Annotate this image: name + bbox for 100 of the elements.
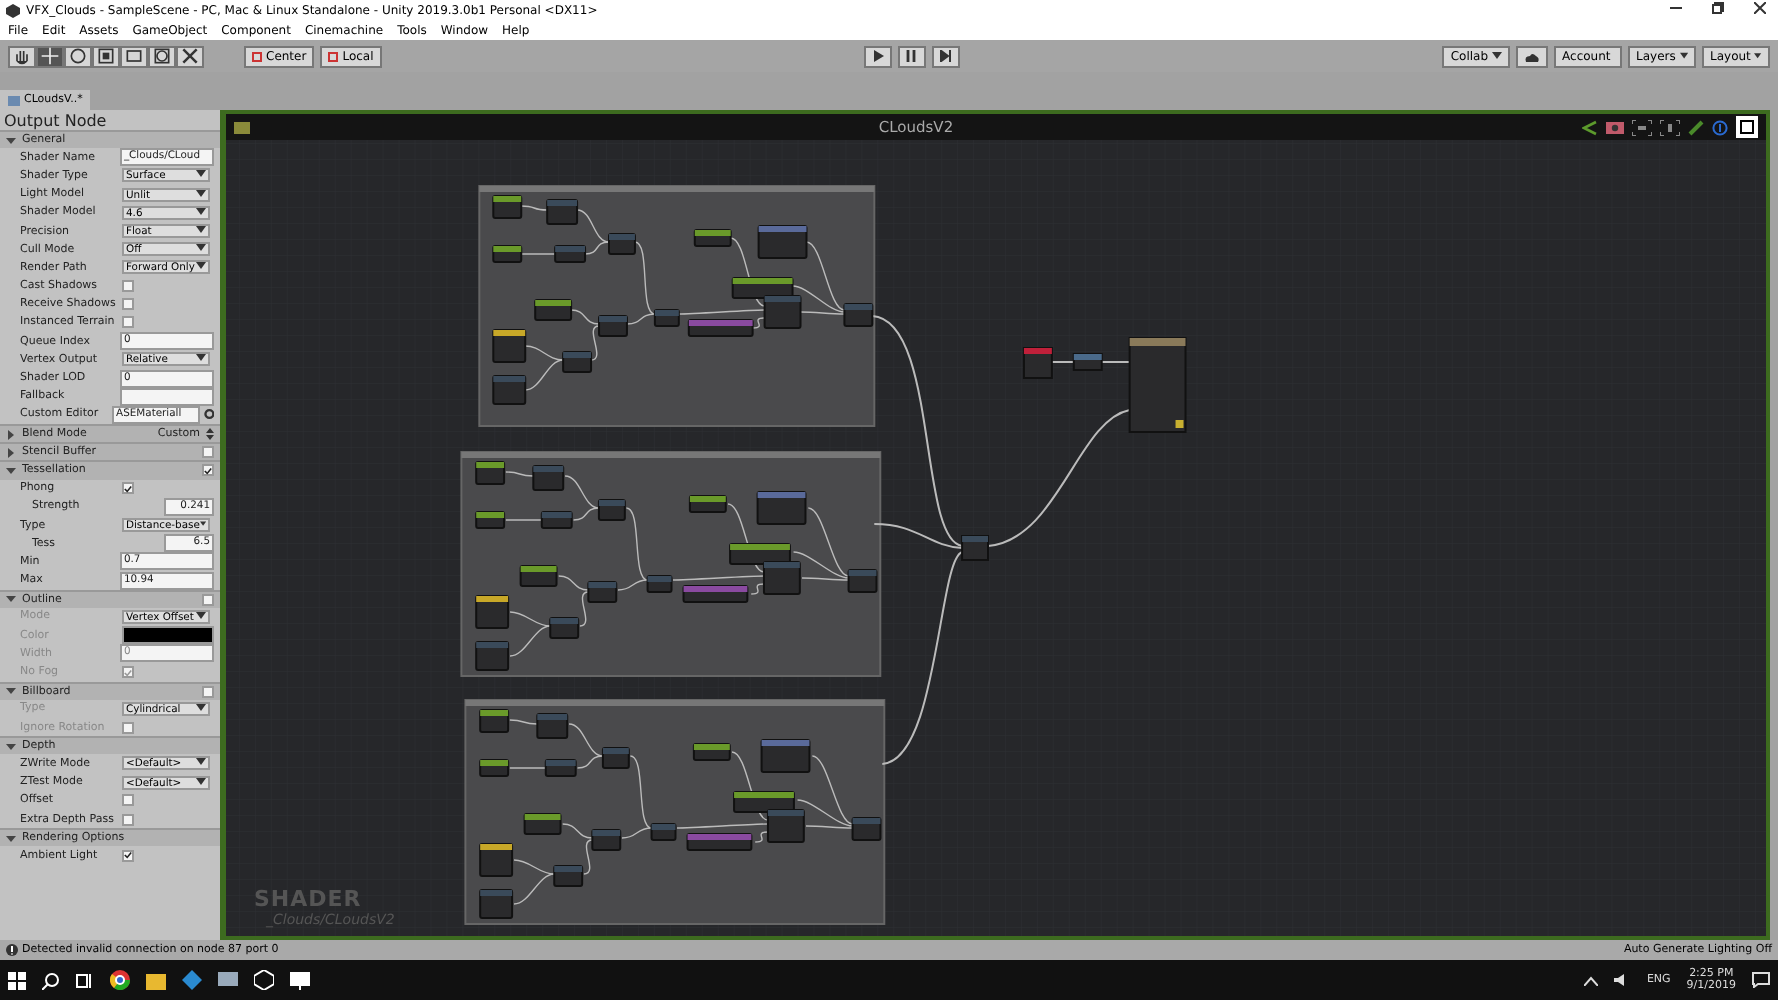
- info-icon[interactable]: [1712, 119, 1728, 135]
- output-node[interactable]: [1128, 337, 1187, 433]
- graph-node[interactable]: [549, 617, 580, 639]
- step-button[interactable]: [932, 45, 961, 67]
- graph-node[interactable]: [851, 817, 882, 841]
- graph-node[interactable]: [475, 641, 510, 671]
- graph-node[interactable]: [479, 843, 514, 877]
- tool-button[interactable]: [92, 45, 120, 67]
- color-swatch[interactable]: [122, 626, 214, 645]
- graph-node[interactable]: [492, 329, 527, 363]
- browser-icon[interactable]: [110, 970, 130, 990]
- maximize-icon[interactable]: [1736, 116, 1758, 138]
- cloud-button[interactable]: [1516, 45, 1549, 67]
- section-toggle[interactable]: [202, 685, 214, 698]
- graph-node[interactable]: [492, 245, 523, 263]
- graph-node[interactable]: [591, 829, 622, 851]
- graph-node[interactable]: [534, 299, 573, 321]
- tool-button[interactable]: [36, 45, 64, 67]
- graph-node[interactable]: [843, 303, 874, 327]
- unity-icon[interactable]: [254, 970, 274, 990]
- graph-node[interactable]: [540, 511, 573, 529]
- graph-node[interactable]: [763, 295, 802, 329]
- graph-node[interactable]: [762, 561, 801, 595]
- graph-node[interactable]: [598, 315, 628, 337]
- graph-node[interactable]: [682, 585, 749, 603]
- section-toggle[interactable]: [202, 593, 214, 606]
- monitor-icon[interactable]: [290, 971, 310, 989]
- graph-node[interactable]: [1022, 347, 1053, 379]
- graph-node[interactable]: [479, 889, 514, 919]
- graph-node[interactable]: [688, 495, 727, 513]
- notification-icon[interactable]: [1752, 972, 1770, 988]
- pause-button[interactable]: [898, 45, 927, 67]
- graph-node[interactable]: [554, 245, 587, 263]
- graph-node[interactable]: [532, 465, 565, 491]
- checkbox[interactable]: [122, 794, 134, 807]
- folder-icon[interactable]: [146, 971, 166, 989]
- graph-node[interactable]: [653, 309, 680, 327]
- graph-node[interactable]: [475, 511, 506, 529]
- brush-icon[interactable]: [1688, 119, 1704, 135]
- graph-node[interactable]: [757, 225, 808, 259]
- checkbox[interactable]: [122, 666, 134, 679]
- graph-node[interactable]: [608, 233, 636, 255]
- graph-node[interactable]: [519, 565, 558, 587]
- graph-node[interactable]: [601, 747, 630, 769]
- graph-node[interactable]: [961, 535, 989, 561]
- graph-node[interactable]: [562, 351, 593, 373]
- checkbox[interactable]: [122, 482, 134, 495]
- section-toggle[interactable]: [202, 464, 214, 477]
- checkbox[interactable]: [122, 298, 134, 311]
- tool-button[interactable]: [64, 45, 92, 67]
- search-icon[interactable]: [42, 971, 60, 989]
- checkbox[interactable]: [122, 316, 134, 329]
- graph-node[interactable]: [847, 569, 878, 593]
- graph-node[interactable]: [692, 743, 731, 761]
- graph-node[interactable]: [587, 581, 618, 603]
- play-button[interactable]: [864, 45, 893, 67]
- toggle-icon[interactable]: [234, 121, 250, 133]
- caret-icon: [1679, 52, 1689, 60]
- graph-node[interactable]: [546, 199, 579, 225]
- section-toggle[interactable]: [202, 446, 214, 459]
- graph-node[interactable]: [756, 491, 807, 525]
- graph-node[interactable]: [479, 759, 510, 777]
- share-icon[interactable]: [1582, 119, 1598, 135]
- graph-node[interactable]: [686, 833, 753, 851]
- checkbox[interactable]: [122, 813, 134, 826]
- graph-node[interactable]: [687, 319, 754, 337]
- windows-start-icon[interactable]: [8, 971, 26, 989]
- graph-node[interactable]: [544, 759, 577, 777]
- task-view-icon[interactable]: [76, 971, 94, 989]
- tool-button[interactable]: [120, 45, 148, 67]
- graph-node[interactable]: [479, 709, 510, 733]
- graph-node[interactable]: [733, 791, 795, 813]
- camera-icon[interactable]: [1606, 120, 1624, 134]
- graph-node[interactable]: [475, 461, 506, 485]
- focus-icon[interactable]: [1632, 119, 1652, 135]
- graph-node[interactable]: [731, 277, 794, 299]
- tool-button[interactable]: [8, 45, 36, 67]
- tool-button[interactable]: [148, 45, 176, 67]
- frame-icon[interactable]: [1660, 119, 1680, 135]
- graph-node[interactable]: [1072, 353, 1103, 371]
- checkbox[interactable]: [122, 280, 134, 293]
- graph-node[interactable]: [597, 499, 626, 521]
- graph-node[interactable]: [729, 543, 791, 565]
- graph-node[interactable]: [523, 813, 562, 835]
- checkbox[interactable]: [122, 849, 134, 862]
- graph-node[interactable]: [536, 713, 569, 739]
- gear-icon[interactable]: [203, 408, 214, 421]
- play-icon: [872, 50, 885, 62]
- graph-node[interactable]: [492, 195, 523, 219]
- graph-node[interactable]: [646, 575, 673, 593]
- graph-node[interactable]: [553, 865, 584, 887]
- graph-node[interactable]: [492, 375, 527, 405]
- graph-node[interactable]: [650, 823, 677, 841]
- checkbox[interactable]: [122, 721, 134, 734]
- graph-node[interactable]: [475, 595, 510, 629]
- graph-node[interactable]: [766, 809, 805, 843]
- chevron-up-icon[interactable]: [1584, 975, 1599, 985]
- tool-button[interactable]: [176, 45, 204, 67]
- graph-node[interactable]: [693, 229, 732, 247]
- graph-node[interactable]: [760, 739, 811, 773]
